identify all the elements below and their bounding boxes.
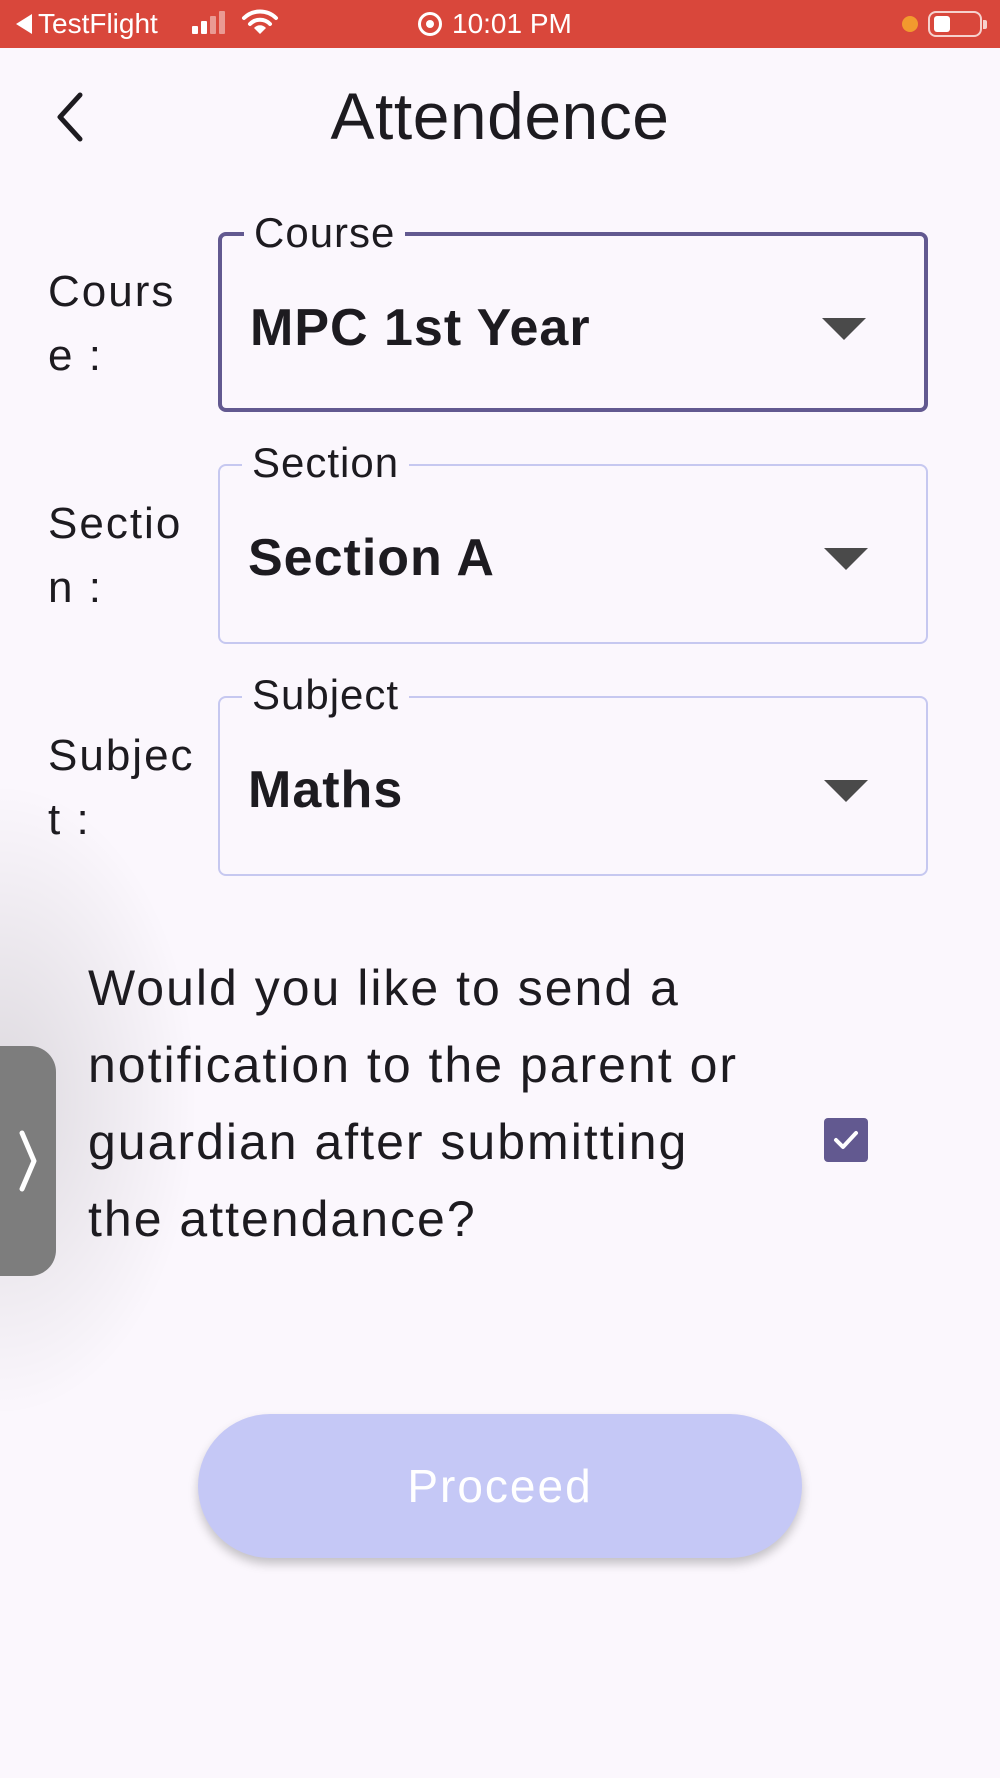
chevron-right-icon [19, 1130, 37, 1192]
section-row-label: Section : [48, 499, 183, 612]
section-field-label: Section [242, 440, 410, 486]
wifi-icon [242, 9, 278, 34]
cellular-signal-icon [192, 10, 225, 34]
section-dropdown[interactable]: Section Section A [218, 440, 928, 644]
back-to-app-link[interactable]: TestFlight [16, 8, 158, 40]
course-row-label: Course : [48, 267, 176, 380]
privacy-indicator-dot [902, 16, 918, 32]
course-field-label: Course [244, 210, 406, 256]
back-triangle-icon [16, 14, 32, 34]
dropdown-arrow-icon [824, 548, 868, 570]
subject-dropdown[interactable]: Subject Maths [218, 672, 928, 876]
page-title: Attendence [330, 79, 670, 153]
course-selected-value: MPC 1st Year [250, 299, 591, 357]
course-dropdown[interactable]: Course MPC 1st Year [218, 210, 928, 412]
subject-field-label: Subject [242, 672, 410, 718]
side-drawer-handle[interactable] [0, 1046, 56, 1276]
subject-selected-value: Maths [248, 761, 404, 819]
proceed-button[interactable]: Proceed [198, 1414, 802, 1558]
back-app-label: TestFlight [38, 8, 158, 39]
subject-row-label: Subject : [48, 731, 195, 844]
dropdown-arrow-icon [822, 318, 866, 340]
clock: 10:01 PM [418, 8, 572, 40]
battery-icon [928, 11, 987, 37]
notify-parent-checkbox[interactable] [824, 1118, 868, 1162]
status-bar: TestFlight 10:01 PM [0, 0, 1000, 48]
status-time: 10:01 PM [452, 8, 572, 39]
checkmark-icon [834, 1131, 858, 1149]
section-selected-value: Section A [248, 529, 495, 587]
dropdown-arrow-icon [824, 780, 868, 802]
screen-recording-icon [418, 12, 442, 36]
notification-question: Would you like to send a notification to… [88, 960, 739, 1247]
